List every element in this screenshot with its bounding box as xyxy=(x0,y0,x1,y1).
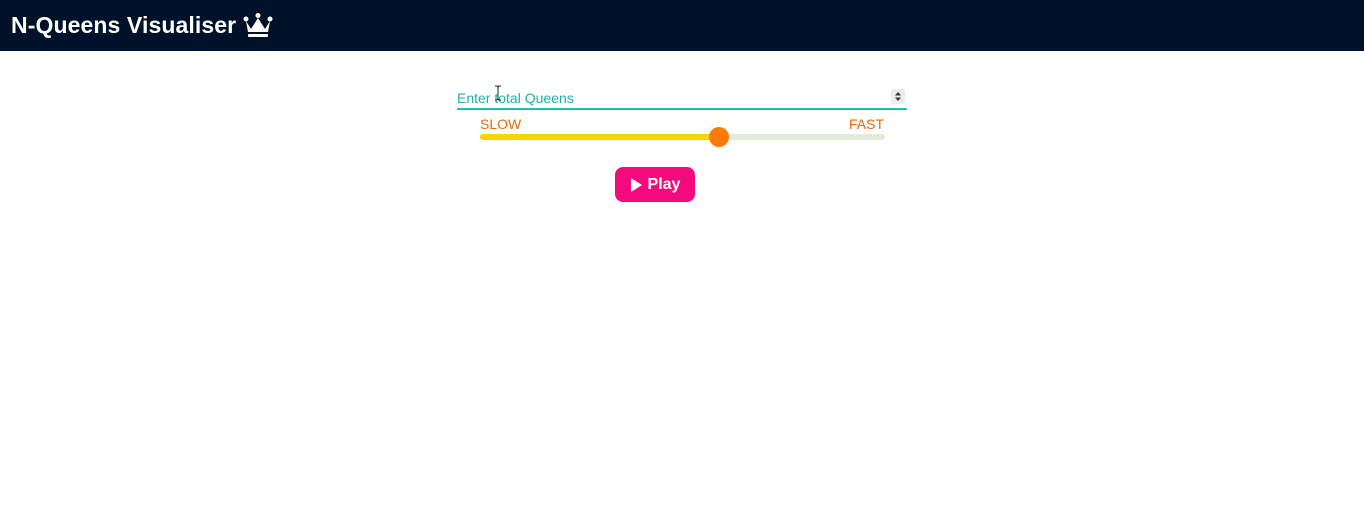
play-icon xyxy=(630,177,642,192)
play-button-label: Play xyxy=(647,175,681,193)
queens-count-input[interactable] xyxy=(457,84,887,108)
speed-slider[interactable] xyxy=(480,127,885,147)
speed-labels: SLOW FAST xyxy=(457,116,907,134)
navbar: N-Queens Visualiser xyxy=(0,0,1364,51)
speed-slider-thumb[interactable] xyxy=(708,127,729,147)
number-stepper-icon[interactable] xyxy=(891,89,905,104)
app-title: N-Queens Visualiser xyxy=(11,12,237,38)
speed-fast-label: FAST xyxy=(848,116,884,132)
brand[interactable]: N-Queens Visualiser xyxy=(11,12,273,39)
queens-field xyxy=(457,84,907,110)
speed-slow-label: SLOW xyxy=(480,116,522,132)
play-button[interactable]: Play xyxy=(615,167,695,202)
crown-icon xyxy=(243,12,273,37)
speed-slider-fill xyxy=(480,134,719,140)
controls-panel: SLOW FAST xyxy=(457,84,907,147)
